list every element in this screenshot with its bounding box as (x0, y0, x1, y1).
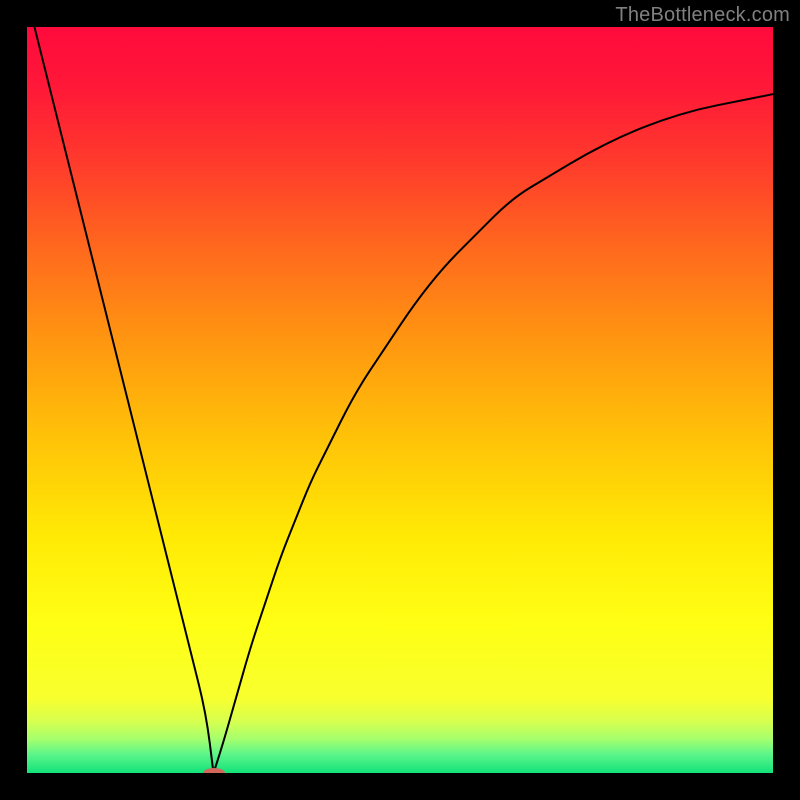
chart-frame: TheBottleneck.com (0, 0, 800, 800)
bottleneck-curve (27, 27, 773, 773)
vertex-marker (199, 766, 229, 773)
watermark-text: TheBottleneck.com (615, 4, 790, 27)
plot-area (27, 27, 773, 773)
